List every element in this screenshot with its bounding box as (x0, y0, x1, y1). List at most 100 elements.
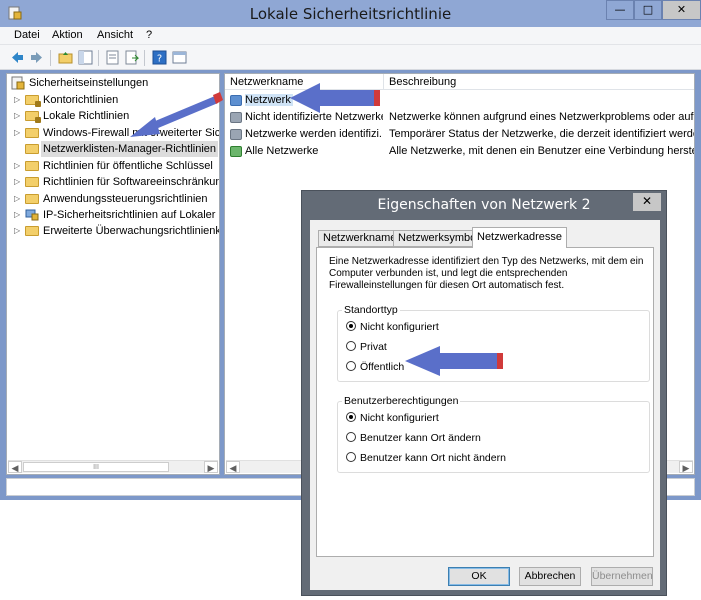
menu-ansicht[interactable]: Ansicht (97, 29, 133, 41)
scroll-thumb[interactable]: III (23, 462, 169, 472)
dialog-close-button[interactable]: ✕ (633, 193, 661, 211)
expand-icon[interactable]: ▷ (14, 207, 22, 223)
network-name: Netzwerk (245, 94, 293, 106)
list-row[interactable]: Netzwerke werden identifizi... Temporäre… (225, 126, 695, 143)
network-description: Alle Netzwerke, mit denen ein Benutzer e… (389, 145, 695, 157)
help-icon[interactable]: ? (152, 50, 167, 65)
folder-icon (25, 128, 39, 138)
folder-lock-icon (25, 111, 41, 123)
tree-item-label: Richtlinien für Softwareeinschränkung (43, 176, 220, 188)
toolbar-separator (98, 50, 99, 66)
tab-network-name[interactable]: Netzwerkname (318, 230, 402, 247)
tree-item-label: Lokale Richtlinien (43, 110, 130, 122)
expand-icon[interactable]: ▷ (14, 125, 22, 141)
folder-icon (25, 226, 39, 236)
radio-user-cannot-change[interactable]: Benutzer kann Ort nicht ändern (346, 452, 506, 466)
list-row[interactable]: Alle Netzwerke Alle Netzwerke, mit denen… (225, 143, 695, 160)
expand-icon[interactable]: ▷ (14, 223, 22, 239)
radio-checked-icon (346, 412, 356, 422)
tree-item-label: Richtlinien für öffentliche Schlüssel (43, 160, 213, 172)
properties-dialog: Eigenschaften von Netzwerk 2 ✕ Netzwerkn… (301, 190, 667, 596)
show-hide-tree-icon[interactable] (78, 50, 93, 65)
maximize-button[interactable]: □ (634, 0, 662, 20)
menu-datei[interactable]: Datei (14, 29, 40, 41)
svg-text:?: ? (157, 54, 162, 65)
properties-icon[interactable] (105, 50, 120, 65)
radio-icon (346, 361, 356, 371)
folder-icon (25, 144, 39, 154)
list-row[interactable]: Netzwerk (225, 92, 694, 109)
folder-icon (25, 161, 39, 171)
menu-help[interactable]: ? (146, 29, 152, 41)
radio-permissions-not-configured[interactable]: Nicht konfiguriert (346, 412, 439, 426)
dialog-title: Eigenschaften von Netzwerk 2 (377, 197, 591, 213)
network-icon (230, 129, 242, 140)
user-permissions-group: Benutzerberechtigungen Nicht konfigurier… (337, 395, 650, 473)
tree-item-label: Windows-Firewall mit erweiterter Sich (43, 127, 220, 139)
tree-item-label: IP-Sicherheitsrichtlinien auf Lokaler C (43, 209, 220, 221)
forward-icon[interactable] (29, 50, 44, 65)
tree-root-label: Sicherheitseinstellungen (29, 77, 149, 89)
network-name: Alle Netzwerke (245, 145, 319, 157)
tab-page: Eine Netzwerkadresse identifiziert den T… (316, 247, 654, 557)
export-list-icon[interactable] (124, 50, 139, 65)
dialog-body: Netzwerkname Netzwerksymbol Netzwerkadre… (310, 220, 660, 590)
expand-icon[interactable]: ▷ (14, 191, 22, 207)
tree-item-label: Kontorichtlinien (43, 94, 119, 106)
network-icon (230, 95, 242, 106)
network-name: Nicht identifizierte Netzwerke (245, 111, 383, 123)
expand-icon[interactable]: ▷ (14, 174, 22, 190)
details-icon[interactable] (172, 50, 187, 65)
network-name: Netzwerke werden identifizi... (245, 128, 383, 140)
column-header-name[interactable]: Netzwerkname (225, 74, 384, 90)
menu-aktion[interactable]: Aktion (52, 29, 83, 41)
scroll-right-icon[interactable]: ▶ (679, 461, 693, 473)
tree-item-label: Anwendungssteuerungsrichtlinien (43, 193, 208, 205)
apply-button[interactable]: Übernehmen (591, 567, 653, 586)
radio-public[interactable]: Öffentlich (346, 361, 404, 375)
minimize-button[interactable]: — (606, 0, 634, 20)
radio-icon (346, 432, 356, 442)
expand-icon[interactable]: ▷ (14, 108, 22, 124)
menu-bar: Datei Aktion Ansicht ? (0, 27, 701, 45)
column-header-description[interactable]: Beschreibung (384, 74, 694, 90)
expand-icon[interactable]: ▷ (14, 158, 22, 174)
close-button[interactable]: ✕ (662, 0, 701, 20)
title-bar[interactable]: Lokale Sicherheitsrichtlinie — □ ✕ (0, 0, 701, 27)
scroll-left-icon[interactable]: ◀ (8, 461, 22, 473)
toolbar-separator (50, 50, 51, 66)
expand-icon[interactable]: ▷ (14, 92, 22, 108)
radio-checked-icon (346, 321, 356, 331)
radio-icon (346, 341, 356, 351)
network-icon (230, 112, 242, 123)
radio-private[interactable]: Privat (346, 341, 387, 355)
folder-lock-icon (25, 95, 41, 107)
location-type-group: Standorttyp Nicht konfiguriert Privat Öf… (337, 304, 650, 382)
network-description: Netzwerke können aufgrund eines Netzwerk… (389, 111, 695, 123)
back-icon[interactable] (10, 50, 25, 65)
toolbar: ? (0, 45, 701, 70)
radio-user-can-change[interactable]: Benutzer kann Ort ändern (346, 432, 481, 446)
network-description: Temporärer Status der Netzwerke, die der… (389, 128, 695, 140)
group-title: Standorttyp (342, 304, 400, 316)
scroll-right-icon[interactable]: ▶ (204, 461, 218, 473)
scroll-left-icon[interactable]: ◀ (226, 461, 240, 473)
tree-pane[interactable]: Sicherheitseinstellungen ▷ Kontorichtlini… (6, 73, 220, 475)
toolbar-separator (144, 50, 145, 66)
up-folder-icon[interactable] (58, 50, 73, 65)
folder-icon (25, 194, 39, 204)
tree-item-label: Erweiterte Überwachungsrichtlinienko (43, 225, 220, 237)
group-title: Benutzerberechtigungen (342, 395, 461, 407)
horizontal-scrollbar[interactable]: ◀ III ▶ (8, 460, 218, 473)
list-row[interactable]: Nicht identifizierte Netzwerke Netzwerke… (225, 109, 695, 126)
tab-network-address[interactable]: Netzwerkadresse (472, 227, 567, 248)
tab-network-icon[interactable]: Netzwerksymbol (393, 230, 484, 247)
tree-item-label: Netzwerklisten-Manager-Richtlinien (41, 141, 219, 157)
security-settings-icon (11, 76, 25, 90)
cancel-button[interactable]: Abbrechen (519, 567, 581, 586)
window-title: Lokale Sicherheitsrichtlinie (249, 5, 452, 23)
ok-button[interactable]: OK (448, 567, 510, 586)
radio-not-configured[interactable]: Nicht konfiguriert (346, 321, 439, 335)
network-icon (230, 146, 242, 157)
ip-security-icon (25, 209, 39, 221)
